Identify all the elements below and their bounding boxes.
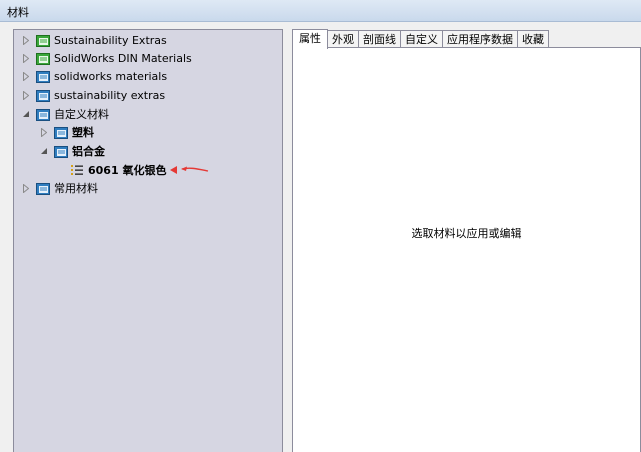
tree-item-common-materials[interactable]: 常用材料 — [22, 179, 98, 197]
collapse-arrow-icon[interactable] — [40, 146, 48, 156]
category-folder-icon — [54, 145, 68, 158]
collapse-arrow-icon[interactable] — [22, 109, 30, 119]
tree-item-label: sustainability extras — [54, 88, 166, 102]
window-title: 材料 — [7, 6, 29, 19]
tree-item-sustainability-extras[interactable]: Sustainability Extras — [22, 31, 167, 49]
material-tree[interactable]: Sustainability Extras SolidWorks DIN Mat… — [13, 29, 283, 452]
tree-item-sustainability-extras-lower[interactable]: sustainability extras — [22, 86, 165, 104]
expand-arrow-icon[interactable] — [22, 90, 30, 100]
tree-item-label: solidworks materials — [54, 69, 168, 83]
expand-arrow-icon[interactable] — [22, 53, 30, 63]
library-folder-icon — [36, 52, 50, 65]
tree-item-label: 常用材料 — [54, 182, 98, 195]
window-titlebar: 材料 — [0, 0, 641, 22]
expand-arrow-icon[interactable] — [22, 183, 30, 193]
tree-item-plastics[interactable]: 塑料 — [40, 123, 94, 141]
tree-item-label: 塑料 — [72, 126, 94, 139]
tree-item-label: 6061 氧化银色 — [88, 164, 167, 177]
category-folder-icon — [54, 126, 68, 139]
tree-item-custom-materials[interactable]: 自定义材料 — [22, 105, 109, 123]
tab-properties[interactable]: 属性 — [292, 29, 328, 49]
tree-item-solidworks-materials[interactable]: solidworks materials — [22, 67, 167, 85]
tree-item-label: 自定义材料 — [54, 108, 109, 121]
tree-item-label: SolidWorks DIN Materials — [54, 51, 192, 65]
library-folder-icon — [36, 34, 50, 47]
empty-state-hint: 选取材料以应用或编辑 — [411, 227, 522, 240]
library-folder-icon — [36, 89, 50, 102]
tree-item-label: 铝合金 — [72, 145, 105, 158]
tree-item-solidworks-din-materials[interactable]: SolidWorks DIN Materials — [22, 49, 192, 67]
expand-arrow-icon[interactable] — [22, 71, 30, 81]
expand-arrow-icon[interactable] — [40, 127, 48, 137]
red-arrow-annotation-icon — [170, 166, 209, 174]
library-folder-icon — [36, 70, 50, 83]
expand-arrow-icon[interactable] — [22, 35, 30, 45]
tree-item-6061-anodized-silver[interactable]: 6061 氧化银色 — [70, 161, 210, 179]
library-folder-icon — [36, 182, 50, 195]
tab-strip: 属性 外观 剖面线 自定义 应用程序数据 收藏 — [292, 29, 549, 49]
tree-item-label: Sustainability Extras — [54, 33, 167, 47]
library-folder-icon — [36, 108, 50, 121]
properties-panel: 属性 外观 剖面线 自定义 应用程序数据 收藏 选取材料以应用或编辑 — [292, 29, 641, 452]
material-list-icon — [71, 165, 83, 175]
tree-item-aluminum-alloys[interactable]: 铝合金 — [40, 142, 105, 160]
tab-content-area: 选取材料以应用或编辑 — [292, 47, 641, 452]
